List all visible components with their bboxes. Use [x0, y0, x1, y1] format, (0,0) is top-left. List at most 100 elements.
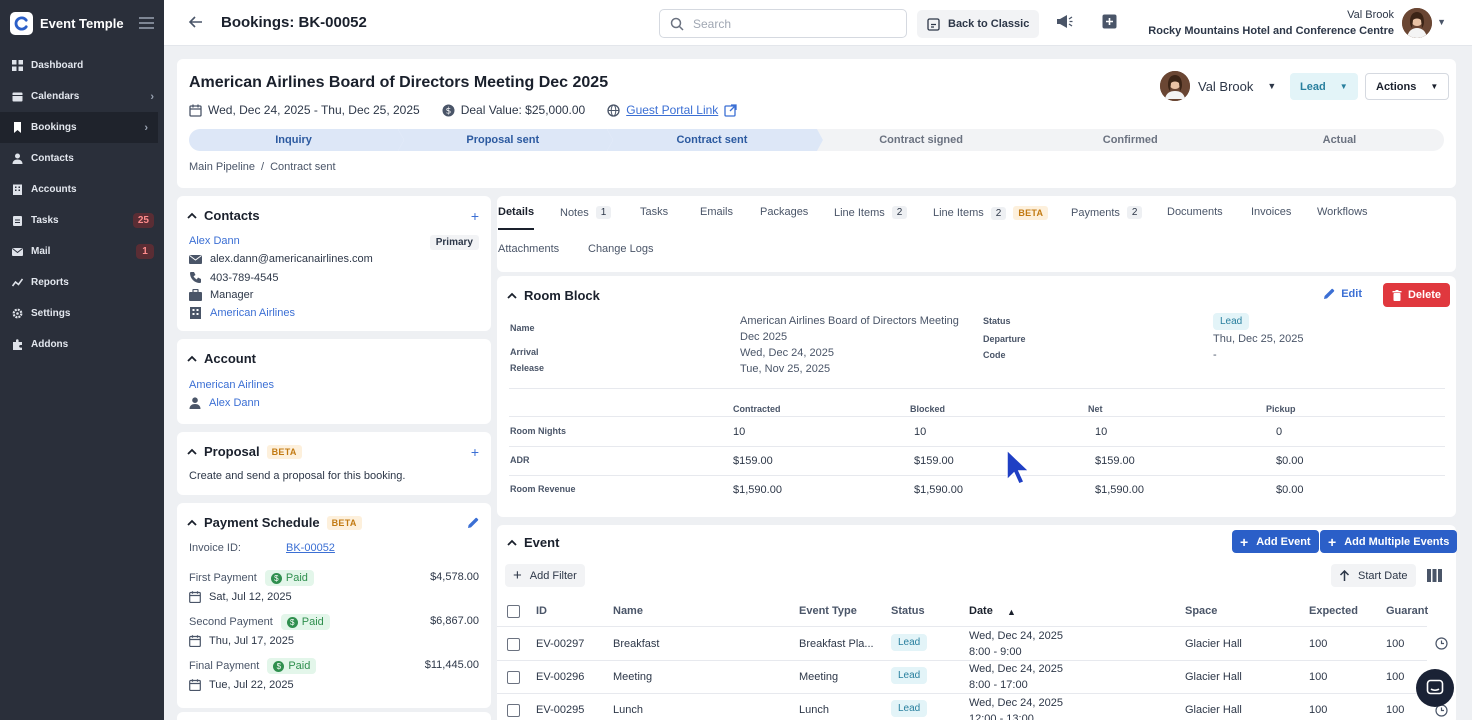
account-header[interactable]: Account	[187, 351, 256, 366]
event-name-link[interactable]: Lunch	[613, 702, 643, 718]
tab-packages[interactable]: Packages	[760, 206, 808, 218]
stage-contract-signed[interactable]: Contract signed	[816, 129, 1026, 151]
delete-room-block-button[interactable]: Delete	[1382, 283, 1450, 307]
contacts-header[interactable]: Contacts	[187, 208, 260, 223]
proposal-header[interactable]: Proposal BETA	[187, 444, 302, 459]
event-name-link[interactable]: Breakfast	[613, 636, 659, 652]
sidebar-item-mail[interactable]: Mail 1	[0, 236, 164, 267]
sidebar-item-settings[interactable]: Settings	[0, 298, 164, 329]
contact-name[interactable]: Alex Dann	[189, 235, 240, 247]
status-dropdown[interactable]: Lead ▼	[1290, 73, 1358, 100]
row-checkbox[interactable]	[507, 638, 520, 651]
tab-details[interactable]: Details	[498, 206, 535, 230]
row-checkbox[interactable]	[507, 704, 520, 717]
column-header-date[interactable]: Date	[969, 605, 993, 617]
megaphone-icon[interactable]	[1056, 14, 1073, 29]
account-contact[interactable]: Alex Dann	[209, 397, 260, 409]
search-box[interactable]	[659, 9, 907, 38]
add-event-button[interactable]: + Add Event	[1232, 530, 1319, 553]
column-header-id[interactable]: ID	[536, 605, 547, 617]
tab-change-logs[interactable]: Change Logs	[588, 243, 653, 255]
sort-asc-icon[interactable]: ▲	[1007, 607, 1016, 617]
tab-invoices[interactable]: Invoices	[1251, 206, 1291, 218]
actions-button[interactable]: Actions ▼	[1365, 73, 1450, 100]
payment-schedule-header[interactable]: Payment Schedule BETA	[187, 515, 362, 530]
sidebar-item-calendars[interactable]: Calendars ›	[0, 81, 164, 112]
owner-name: Val Brook	[1198, 78, 1254, 94]
sidebar-item-dashboard[interactable]: Dashboard	[0, 50, 164, 81]
room-block-header[interactable]: Room Block	[507, 288, 600, 303]
sidebar-item-tasks[interactable]: Tasks 25	[0, 205, 164, 236]
booking-owner[interactable]: Val Brook ▼	[1160, 71, 1276, 101]
back-to-classic-button[interactable]: Back to Classic	[917, 10, 1040, 38]
add-contact-icon[interactable]: +	[471, 208, 479, 224]
search-input[interactable]	[693, 16, 883, 31]
sidebar-item-bookings[interactable]: Bookings ›	[0, 112, 158, 143]
tab-payments[interactable]: Payments 2	[1071, 206, 1143, 219]
select-all-checkbox[interactable]	[507, 605, 520, 618]
tab-attachments[interactable]: Attachments	[498, 243, 559, 255]
stage-label: Proposal sent	[466, 134, 540, 146]
dashboard-icon	[12, 60, 23, 71]
event-id-link[interactable]: EV-00295	[536, 702, 584, 718]
stage-proposal-sent[interactable]: Proposal sent	[398, 129, 614, 151]
row-actions-icon[interactable]	[1435, 637, 1448, 650]
room-block-code: -	[1213, 349, 1217, 361]
column-header-space[interactable]: Space	[1185, 605, 1217, 617]
stage-confirmed[interactable]: Confirmed	[1025, 129, 1235, 151]
columns-icon[interactable]	[1427, 569, 1442, 582]
add-square-icon[interactable]	[1102, 14, 1117, 29]
invoice-id-link[interactable]: BK-00052	[286, 542, 335, 554]
tab-line-items[interactable]: Line Items 2	[834, 206, 908, 219]
sidebar-item-addons[interactable]: Addons	[0, 329, 164, 360]
edit-pencil-icon[interactable]	[467, 517, 479, 529]
add-multiple-events-button[interactable]: + Add Multiple Events	[1320, 530, 1458, 553]
add-proposal-icon[interactable]: +	[471, 444, 479, 460]
deal-value: Deal Value: $25,000.00	[460, 103, 586, 117]
brand[interactable]: Event Temple	[0, 0, 164, 46]
column-header-guaranteed[interactable]: Guarant	[1386, 605, 1428, 617]
breadcrumb-pipeline[interactable]: Main Pipeline	[189, 161, 255, 173]
chat-launcher-button[interactable]	[1416, 669, 1454, 707]
stage-contract-sent[interactable]: Contract sent	[607, 129, 823, 151]
chevron-up-icon	[187, 448, 197, 455]
sidebar-item-accounts[interactable]: Accounts	[0, 174, 164, 205]
column-header-expected[interactable]: Expected	[1309, 605, 1358, 617]
event-header[interactable]: Event	[507, 535, 559, 550]
tab-documents[interactable]: Documents	[1167, 206, 1223, 218]
payment-label: Final Payment	[189, 660, 260, 672]
row-checkbox[interactable]	[507, 671, 520, 684]
tab-line-items-beta[interactable]: Line Items 2 BETA	[933, 206, 1049, 220]
guest-portal-link[interactable]: Guest Portal Link	[626, 103, 718, 117]
contact-company[interactable]: American Airlines	[210, 307, 295, 319]
user-name[interactable]: Val Brook	[1347, 9, 1394, 21]
edit-room-block-button[interactable]: Edit	[1323, 288, 1362, 300]
sidebar-item-reports[interactable]: Reports	[0, 267, 164, 298]
chevron-down-icon[interactable]: ▼	[1437, 17, 1446, 27]
tab-tasks[interactable]: Tasks	[640, 206, 668, 218]
event-name-link[interactable]: Meeting	[613, 669, 652, 685]
avatar[interactable]	[1402, 8, 1432, 38]
payment-date-row: Tue, Jul 22, 2025	[189, 679, 294, 691]
chevron-up-icon	[507, 292, 517, 299]
back-arrow-icon[interactable]	[188, 14, 204, 30]
account-name[interactable]: American Airlines	[189, 379, 274, 391]
column-header-status[interactable]: Status	[891, 605, 925, 617]
tab-emails[interactable]: Emails	[700, 206, 733, 218]
hotel-name[interactable]: Rocky Mountains Hotel and Conference Cen…	[1148, 25, 1394, 37]
tab-notes[interactable]: Notes 1	[560, 206, 612, 219]
stage-actual[interactable]: Actual	[1234, 129, 1445, 151]
sidebar-item-contacts[interactable]: Contacts	[0, 143, 164, 174]
hamburger-menu-icon[interactable]	[139, 17, 154, 29]
external-link-icon[interactable]	[724, 103, 737, 117]
sidebar-item-label: Contacts	[31, 153, 74, 164]
add-filter-button[interactable]: + Add Filter	[505, 564, 585, 587]
event-id-link[interactable]: EV-00297	[536, 636, 584, 652]
tab-workflows[interactable]: Workflows	[1317, 206, 1368, 218]
column-header-event-type[interactable]: Event Type	[799, 605, 857, 617]
event-id-link[interactable]: EV-00296	[536, 669, 584, 685]
stage-inquiry[interactable]: Inquiry	[189, 129, 405, 151]
column-header-name[interactable]: Name	[613, 605, 643, 617]
sort-button[interactable]: Start Date	[1331, 564, 1416, 587]
room-block-release: Tue, Nov 25, 2025	[740, 363, 831, 375]
